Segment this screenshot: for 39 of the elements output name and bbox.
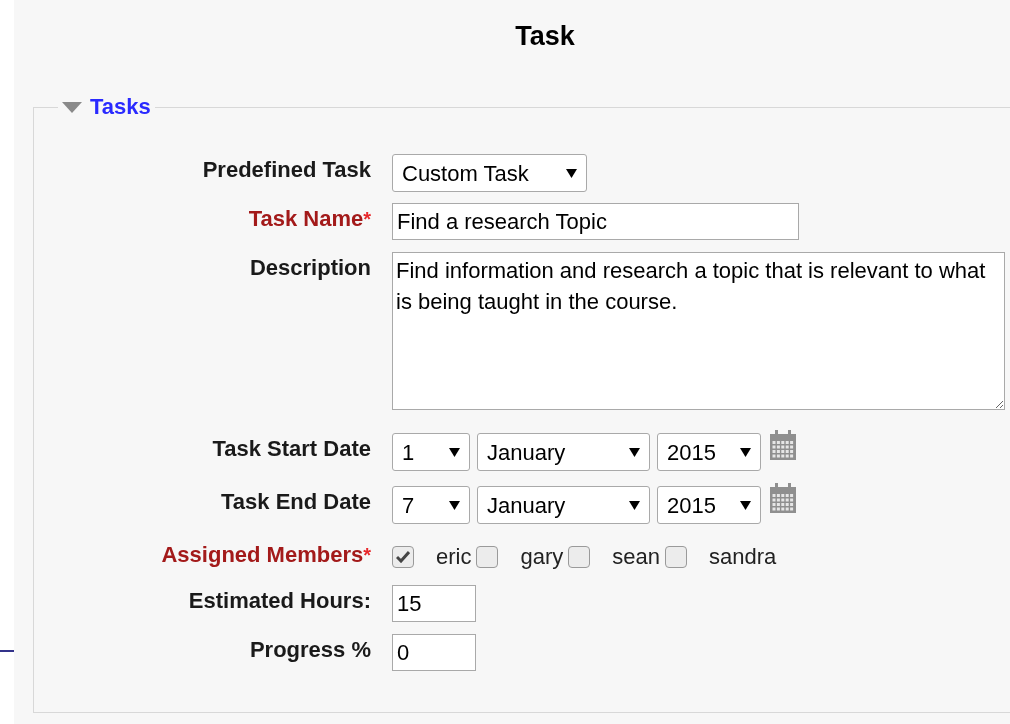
calendar-icon[interactable] [770, 483, 796, 513]
year-dropdown[interactable]: 2015 [657, 433, 761, 471]
dropdown[interactable]: Custom Task [392, 154, 587, 192]
caret-icon [629, 447, 640, 457]
year-dropdown[interactable]: 2015 [657, 486, 761, 524]
caret-icon [449, 447, 460, 457]
caret-icon [449, 500, 460, 510]
input-field[interactable]: Find a research Topic [392, 203, 799, 240]
field-label: Task Start Date [211, 435, 371, 463]
checkbox-label[interactable]: gary [520, 540, 564, 573]
field-label: Progress % [248, 636, 371, 664]
caret-icon [629, 500, 640, 510]
month-dropdown[interactable]: January [477, 486, 650, 524]
collapse-triangle-icon [62, 101, 82, 113]
checkbox[interactable] [568, 545, 591, 568]
day-dropdown[interactable]: 1 [392, 433, 470, 471]
day-dropdown[interactable]: 7 [392, 486, 470, 524]
input-field[interactable]: 0 [392, 634, 476, 671]
checkbox-label[interactable]: sean [612, 540, 660, 573]
field-label: Task Name* [247, 205, 371, 233]
checkbox-label[interactable]: sandra [708, 540, 777, 573]
caret-icon [740, 500, 751, 510]
field-label: Task End Date [220, 488, 371, 516]
checkbox[interactable] [476, 545, 499, 568]
caret-icon [740, 447, 751, 457]
field-label: Description [248, 254, 371, 282]
input-field[interactable]: 15 [392, 585, 476, 622]
checkmark-icon [396, 550, 410, 563]
calendar-icon[interactable] [770, 430, 796, 460]
description-textarea[interactable]: Find information and research a topic that is relevant to what is being taught in the course. [392, 252, 1005, 410]
field-label: Assigned Members* [160, 541, 371, 569]
caret-icon [566, 168, 577, 178]
checkbox-label[interactable]: eric [436, 540, 472, 573]
month-dropdown[interactable]: January [477, 433, 650, 471]
field-label: Predefined Task [201, 156, 371, 184]
checkbox[interactable] [664, 545, 687, 568]
field-label: Estimated Hours: [187, 587, 371, 615]
checkbox[interactable] [392, 545, 414, 568]
page-title: Task [514, 20, 576, 53]
